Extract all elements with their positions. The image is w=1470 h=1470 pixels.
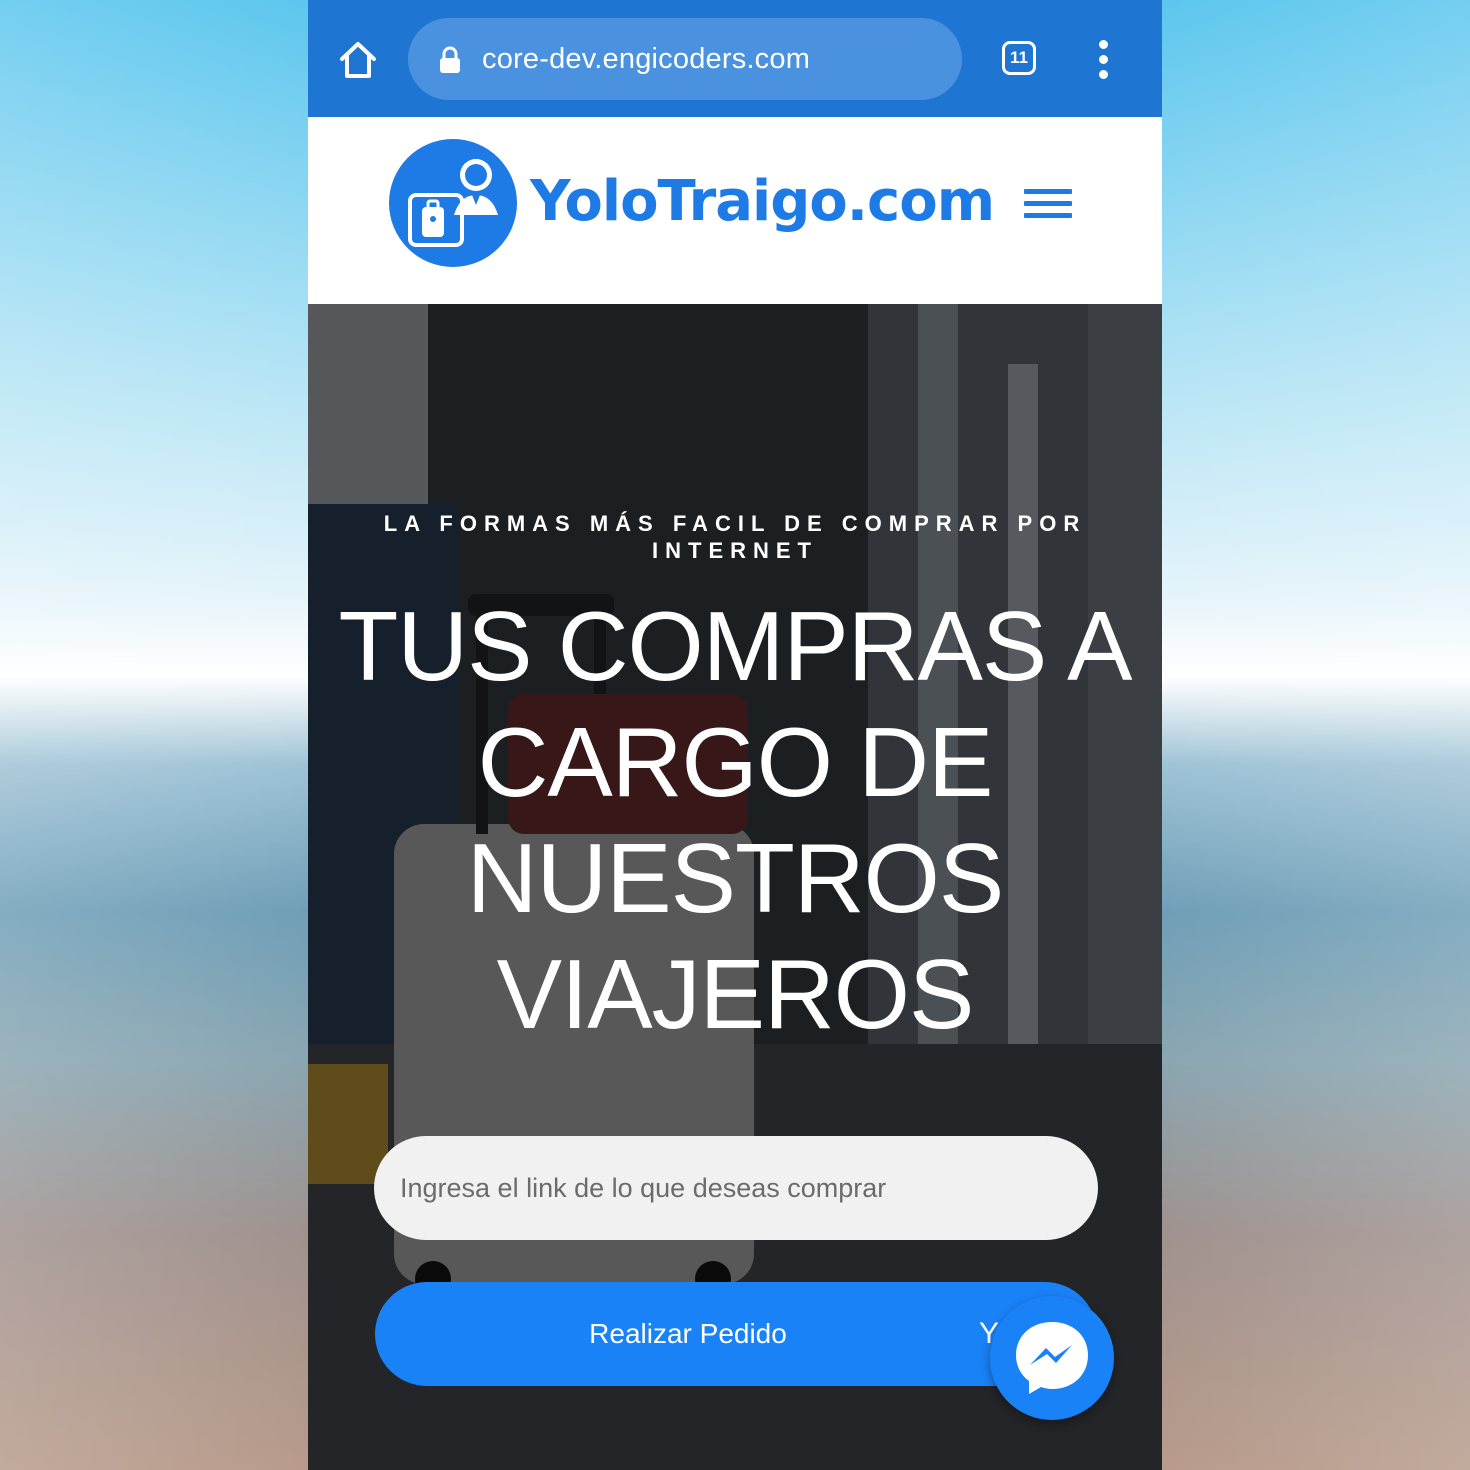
browser-toolbar: core-dev.engicoders.com 11	[308, 0, 1162, 117]
headline-line: NUESTROS	[466, 823, 1005, 933]
site-header: YoloTraigo.com	[308, 117, 1162, 304]
logo-icon[interactable]	[384, 137, 522, 269]
background-blur-left	[0, 0, 308, 1470]
messenger-chat-button[interactable]	[990, 1296, 1114, 1420]
messenger-icon	[1016, 1322, 1088, 1394]
headline-line: VIAJEROS	[496, 939, 975, 1049]
logo-text[interactable]: YoloTraigo.com	[530, 169, 995, 234]
hamburger-menu-icon[interactable]	[1024, 189, 1072, 227]
address-bar[interactable]: core-dev.engicoders.com	[408, 18, 962, 100]
home-icon[interactable]	[336, 38, 380, 82]
hero-section: LA FORMAS MÁS FACIL DE COMPRAR POR INTER…	[308, 304, 1162, 1470]
hero-headline: TUS COMPRAS A CARGO DE NUESTROS VIAJEROS	[308, 588, 1162, 1052]
headline-line: CARGO DE	[477, 707, 994, 817]
tab-switcher-icon[interactable]: 11	[1002, 41, 1036, 75]
background-blur-right	[1162, 0, 1470, 1470]
lock-icon	[438, 46, 462, 74]
hero-tagline: LA FORMAS MÁS FACIL DE COMPRAR POR INTER…	[383, 511, 1087, 563]
more-vert-icon[interactable]	[1096, 40, 1110, 80]
place-order-label: Realizar Pedido	[589, 1318, 787, 1349]
headline-line: TUS COMPRAS A	[338, 591, 1133, 701]
product-link-input[interactable]	[374, 1136, 1098, 1240]
phone-screen: core-dev.engicoders.com 11 YoloTraigo.co…	[308, 0, 1162, 1470]
place-order-button[interactable]: Realizar Pedido Y	[375, 1282, 1097, 1386]
url-text: core-dev.engicoders.com	[482, 43, 811, 75]
